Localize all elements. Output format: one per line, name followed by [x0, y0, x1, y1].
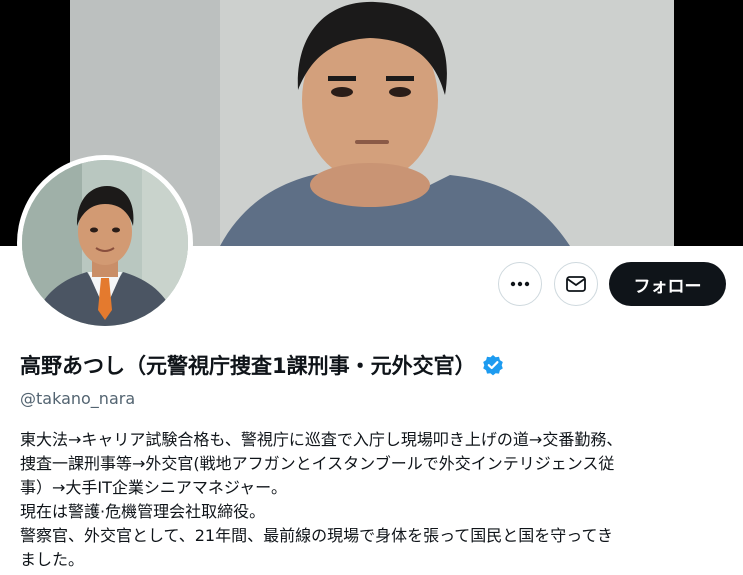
user-handle: @takano_nara — [20, 389, 136, 408]
avatar-photo — [22, 160, 188, 326]
envelope-icon — [566, 276, 586, 292]
display-name-row: 高野あつし（元警視庁捜査1課刑事・元外交官） — [20, 350, 504, 380]
bio-line: ました。 — [20, 550, 85, 569]
more-options-button[interactable] — [498, 262, 542, 306]
message-button[interactable] — [554, 262, 598, 306]
bio-line: 捜査一課刑事等→外交官(戦地アフガンとイスタンブールで外交インテリジェンス従 — [20, 454, 615, 473]
display-name: 高野あつし（元警視庁捜査1課刑事・元外交官） — [20, 354, 476, 378]
bio-line: 事）→大手IT企業シニアマネジャー。 — [20, 478, 287, 497]
avatar-portrait-illustration — [22, 160, 188, 326]
bio-line: 警察官、外交官として、21年間、最前線の現場で身体を張って国民と国を守ってき — [20, 526, 614, 545]
follow-button[interactable]: フォロー — [609, 262, 726, 306]
profile-avatar[interactable] — [17, 155, 193, 331]
bio-line: 現在は警護·危機管理会社取締役。 — [20, 502, 266, 521]
profile-bio: 東大法→キャリア試験合格も、警視庁に巡査で入庁し現場叩き上げの道→交番勤務、 捜… — [20, 428, 730, 572]
bio-line: 東大法→キャリア試験合格も、警視庁に巡査で入庁し現場叩き上げの道→交番勤務、 — [20, 430, 623, 449]
verified-badge-icon[interactable] — [482, 354, 504, 376]
more-dots-icon — [510, 281, 530, 287]
